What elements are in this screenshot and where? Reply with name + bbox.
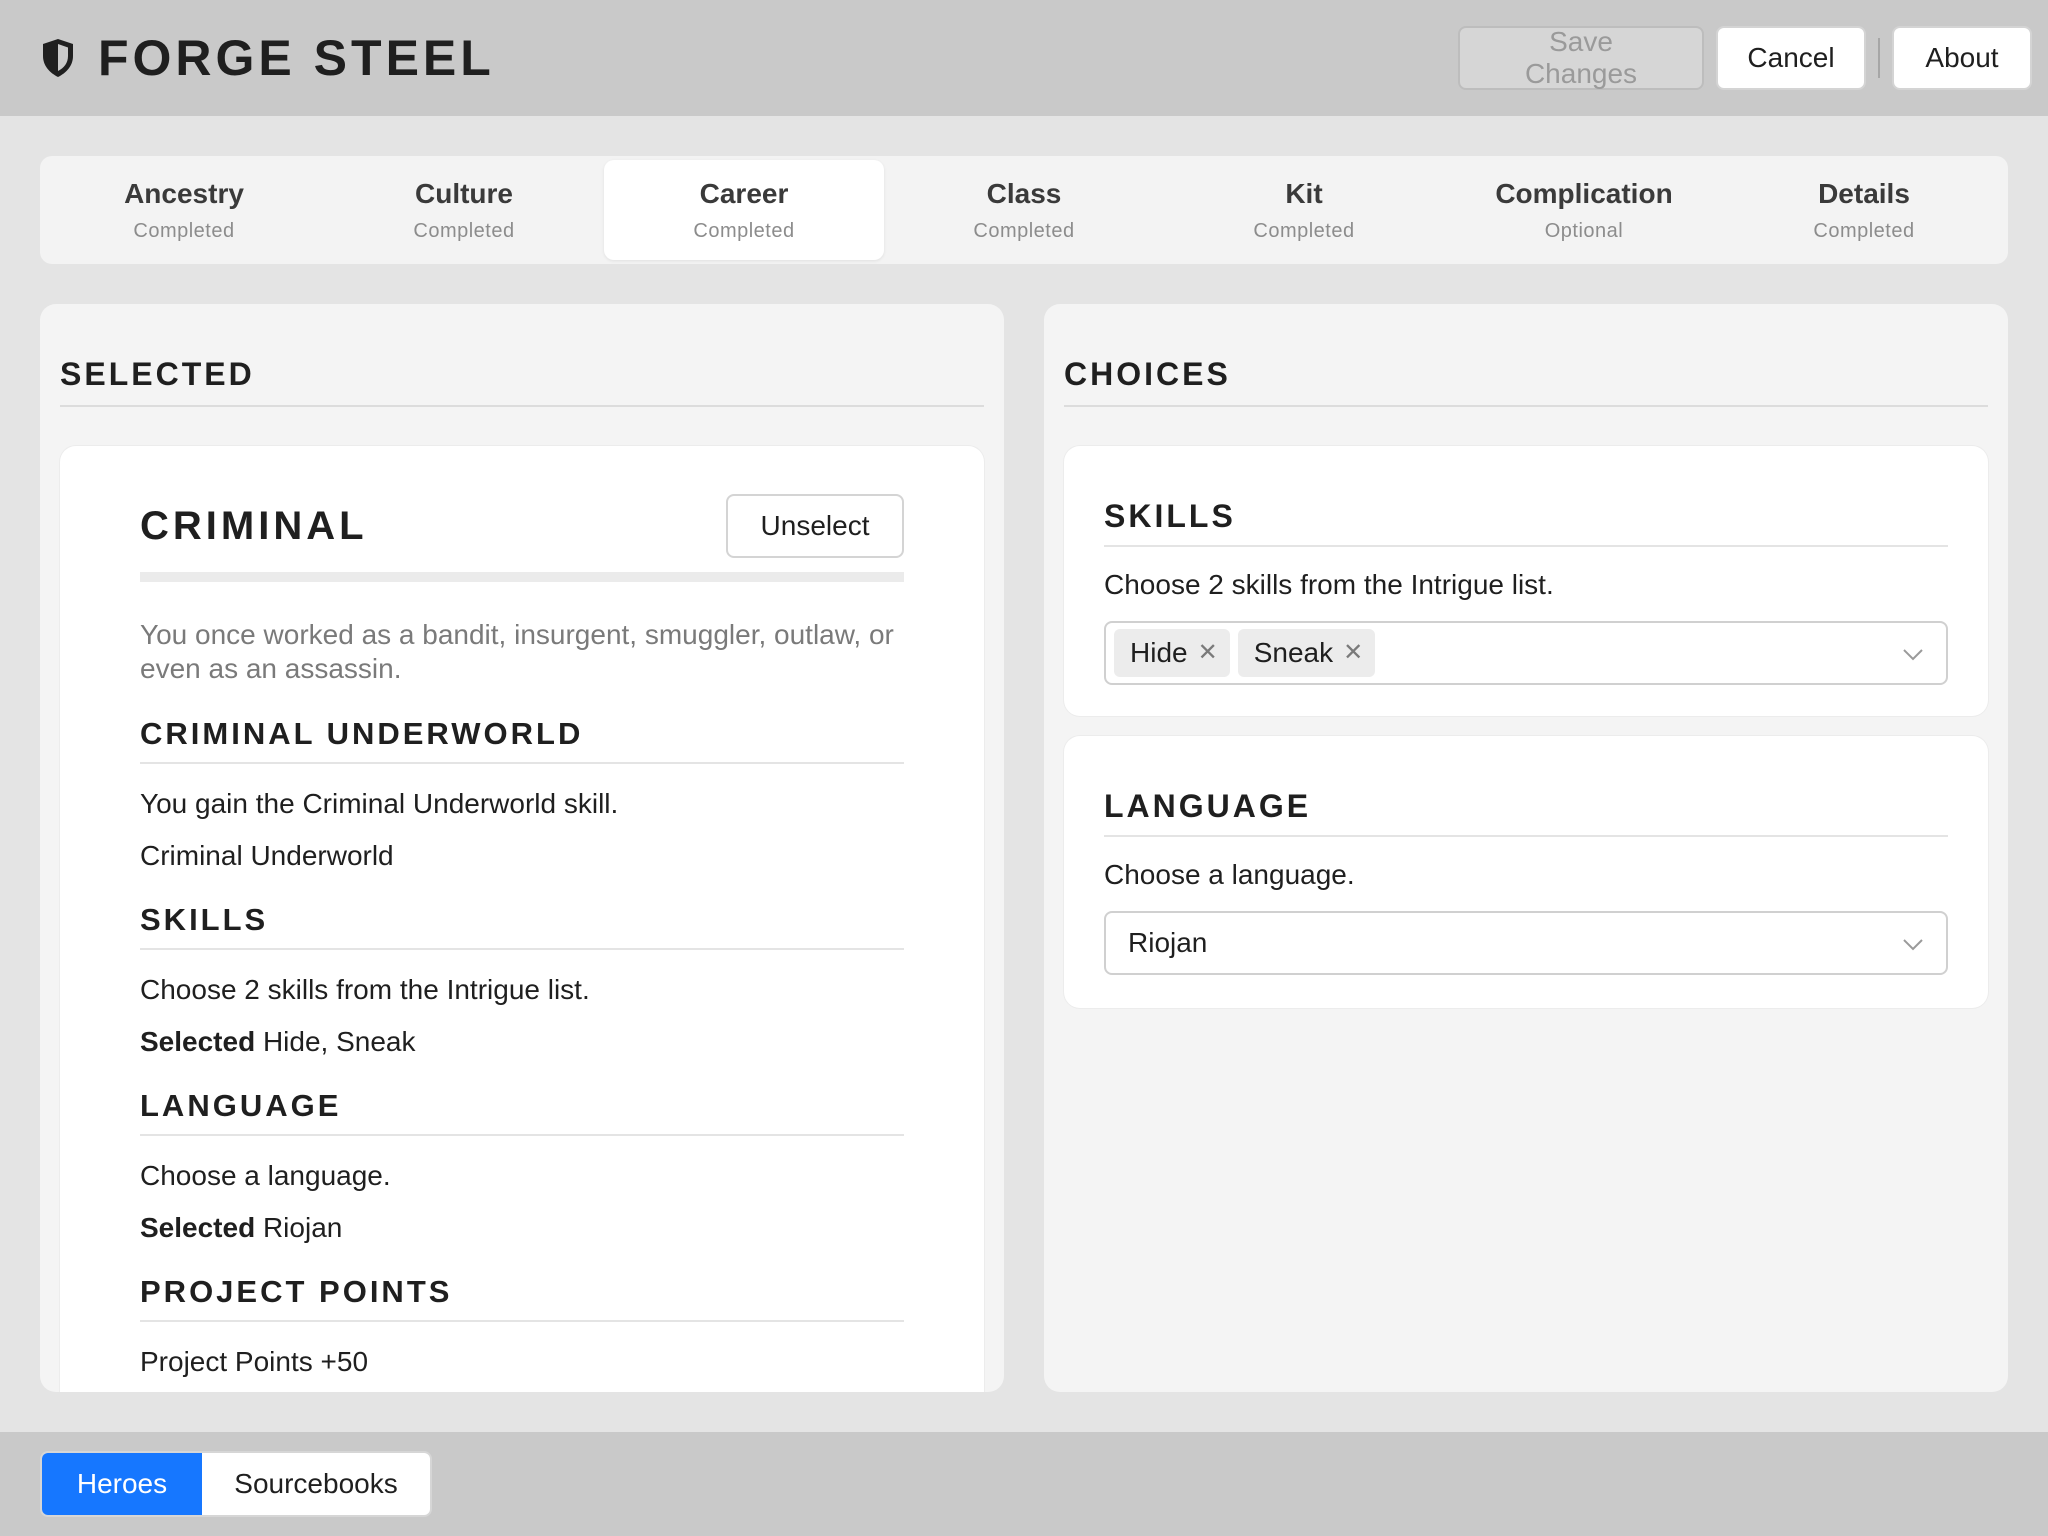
unselect-button[interactable]: Unselect <box>726 494 904 558</box>
header-divider <box>1878 38 1880 78</box>
selected-skills-line: Selected Hide, Sneak <box>140 1026 904 1058</box>
selected-value: Riojan <box>262 1212 343 1243</box>
step-status: Completed <box>693 219 795 242</box>
tab-culture[interactable]: Culture Completed <box>324 160 604 260</box>
title-divider <box>140 572 904 582</box>
tab-career[interactable]: Career Completed <box>604 160 884 260</box>
shield-icon <box>40 37 76 79</box>
tab-kit[interactable]: Kit Completed <box>1164 160 1444 260</box>
language-choice-card: LANGUAGE Choose a language. Riojan <box>1064 736 1988 1008</box>
tab-details[interactable]: Details Completed <box>1724 160 2004 260</box>
step-name: Culture <box>415 177 513 209</box>
step-name: Career <box>699 177 789 209</box>
career-title: CRIMINAL <box>140 503 368 548</box>
about-button[interactable]: About <box>1892 26 2032 90</box>
tab-class[interactable]: Class Completed <box>884 160 1164 260</box>
close-icon[interactable]: ✕ <box>1198 641 1218 665</box>
step-tabs: Ancestry Completed Culture Completed Car… <box>40 156 2008 264</box>
selected-label: Selected <box>140 1026 256 1057</box>
language-instruction: Choose a language. <box>1104 859 1355 890</box>
step-name: Kit <box>1285 177 1323 209</box>
step-status: Completed <box>413 219 515 242</box>
selected-label: Selected <box>140 1212 256 1243</box>
step-status: Completed <box>973 219 1075 242</box>
app-title: FORGE STEEL <box>98 30 495 86</box>
section-value: Criminal Underworld <box>140 840 394 871</box>
section-text: Choose a language. <box>140 1160 391 1191</box>
selected-value: Hide, Sneak <box>262 1026 416 1057</box>
header-actions: Save Changes Cancel About <box>1458 26 2032 90</box>
career-description: You once worked as a bandit, insurgent, … <box>140 619 894 684</box>
section-title-criminal-underworld: CRIMINAL UNDERWORLD <box>140 716 904 764</box>
tab-complication[interactable]: Complication Optional <box>1444 160 1724 260</box>
tab-sourcebooks[interactable]: Sourcebooks <box>202 1453 430 1515</box>
save-changes-button[interactable]: Save Changes <box>1458 26 1704 90</box>
skills-title: SKILLS <box>1104 498 1948 547</box>
step-status: Completed <box>1813 219 1915 242</box>
card-title-row: CRIMINAL Unselect <box>140 494 904 558</box>
step-name: Complication <box>1495 177 1673 209</box>
step-status: Optional <box>1544 219 1624 242</box>
selected-panel[interactable]: SELECTED CRIMINAL Unselect You once work… <box>40 304 1004 1392</box>
section-title-project-points: PROJECT POINTS <box>140 1274 904 1322</box>
section-text: Choose 2 skills from the Intrigue list. <box>140 974 590 1005</box>
section-title-skills: SKILLS <box>140 902 904 950</box>
choices-panel: CHOICES SKILLS Choose 2 skills from the … <box>1044 304 2008 1392</box>
app-header: FORGE STEEL Save Changes Cancel About <box>0 0 2048 116</box>
selected-language-line: Selected Riojan <box>140 1212 904 1244</box>
language-title: LANGUAGE <box>1104 788 1948 837</box>
section-text: You gain the Criminal Underworld skill. <box>140 788 619 819</box>
brand: FORGE STEEL <box>40 29 495 87</box>
tab-ancestry[interactable]: Ancestry Completed <box>44 160 324 260</box>
tab-heroes[interactable]: Heroes <box>42 1453 202 1515</box>
skills-choice-card: SKILLS Choose 2 skills from the Intrigue… <box>1064 446 1988 716</box>
skill-tag-label: Sneak <box>1253 637 1334 668</box>
skills-instruction: Choose 2 skills from the Intrigue list. <box>1104 569 1554 600</box>
language-select[interactable]: Riojan <box>1104 911 1948 975</box>
skill-tag: Sneak ✕ <box>1237 629 1376 677</box>
section-text: Project Points +50 <box>140 1346 369 1377</box>
skills-multiselect[interactable]: Hide ✕ Sneak ✕ <box>1104 621 1948 685</box>
cancel-button[interactable]: Cancel <box>1716 26 1866 90</box>
step-status: Completed <box>133 219 235 242</box>
step-name: Class <box>986 177 1062 209</box>
skill-tag: Hide ✕ <box>1114 629 1230 677</box>
footer-segmented-control: Heroes Sourcebooks <box>40 1451 432 1517</box>
step-name: Details <box>1818 177 1910 209</box>
step-name: Ancestry <box>124 177 244 209</box>
step-status: Completed <box>1253 219 1355 242</box>
close-icon[interactable]: ✕ <box>1343 641 1363 665</box>
section-title-language: LANGUAGE <box>140 1088 904 1136</box>
selected-heading: SELECTED <box>60 356 984 407</box>
choices-heading: CHOICES <box>1064 356 1988 407</box>
career-card: CRIMINAL Unselect You once worked as a b… <box>60 446 984 1392</box>
language-select-value: Riojan <box>1128 927 1208 958</box>
app-footer: Heroes Sourcebooks <box>0 1432 2048 1536</box>
skill-tag-label: Hide <box>1130 637 1188 668</box>
